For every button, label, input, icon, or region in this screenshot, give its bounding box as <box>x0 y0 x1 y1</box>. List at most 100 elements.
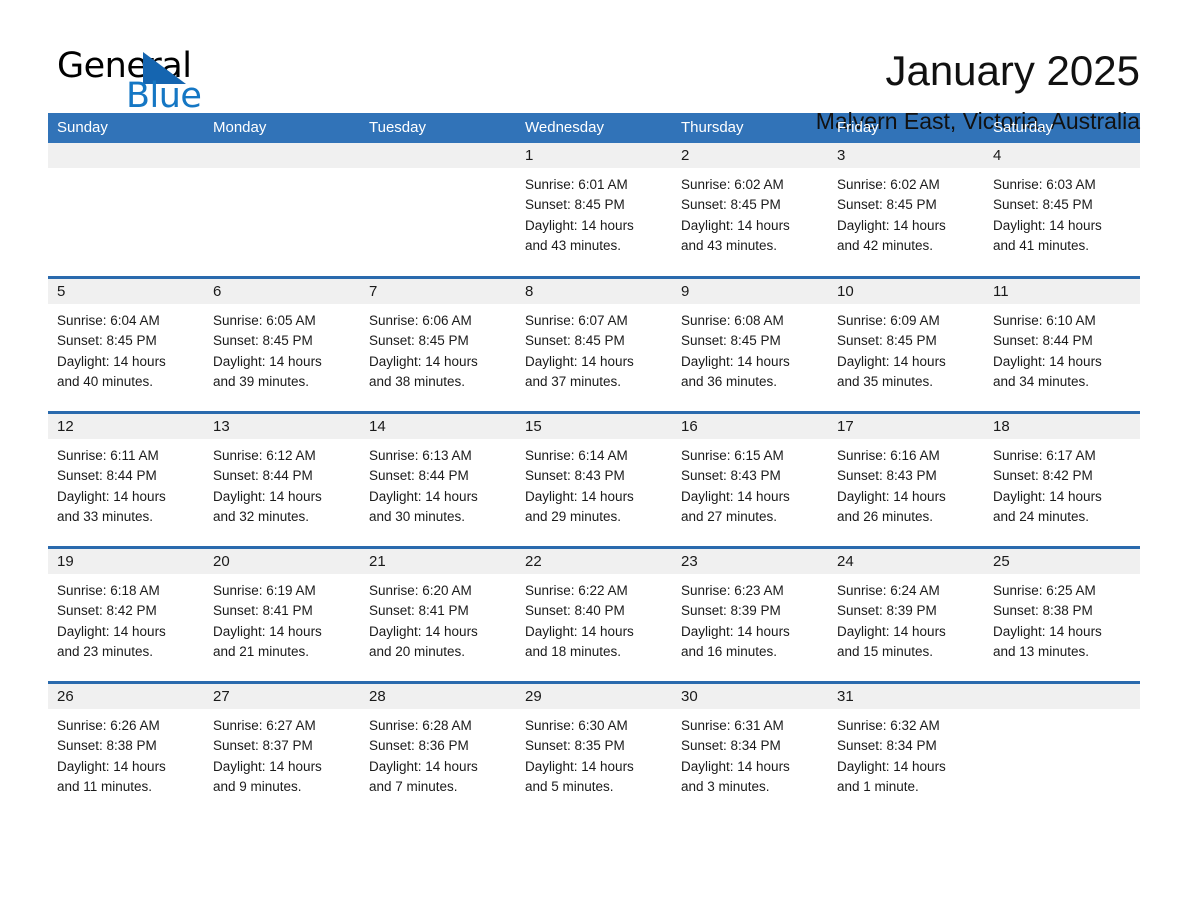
day-details <box>204 168 360 175</box>
weekday-header-row: Sunday Monday Tuesday Wednesday Thursday Frid… <box>48 113 1140 143</box>
day-cell[interactable]: 2 Sunrise: 6:02 AM Sunset: 8:45 PM Daylight… <box>672 143 828 276</box>
day-cell[interactable]: 30 Sunrise: 6:31 AM Sunset: 8:34 PM Dayligh… <box>672 681 828 816</box>
day-details: Sunrise: 6:28 AM Sunset: 8:36 PM Daylight:… <box>360 709 516 797</box>
day-detail-line: Sunset: 8:44 PM <box>213 468 313 484</box>
day-cell[interactable]: 21 Sunrise: 6:20 AM Sunset: 8:41 PM Dayligh… <box>360 546 516 681</box>
day-number: 15 <box>516 414 672 439</box>
day-cell[interactable]: 25 Sunrise: 6:25 AM Sunset: 8:38 PM Dayligh… <box>984 546 1140 681</box>
day-cell-empty <box>984 681 1140 816</box>
day-detail-line: and 43 minutes. <box>525 237 622 253</box>
day-detail-line: Sunset: 8:34 PM <box>837 738 937 754</box>
day-cell[interactable]: 28 Sunrise: 6:28 AM Sunset: 8:36 PM Dayligh… <box>360 681 516 816</box>
day-cell[interactable]: 22 Sunrise: 6:22 AM Sunset: 8:40 PM Dayligh… <box>516 546 672 681</box>
day-detail-line: Sunset: 8:40 PM <box>525 603 625 619</box>
day-detail-line: Sunset: 8:41 PM <box>369 603 469 619</box>
day-number: 25 <box>984 549 1140 574</box>
day-detail-line: Daylight: 14 hours <box>369 758 478 774</box>
day-cell[interactable]: 18 Sunrise: 6:17 AM Sunset: 8:42 PM Dayligh… <box>984 411 1140 546</box>
day-detail-line: Daylight: 14 hours <box>213 758 322 774</box>
day-details: Sunrise: 6:02 AM Sunset: 8:45 PM Daylight:… <box>828 168 984 256</box>
day-detail-line: and 41 minutes. <box>993 237 1090 253</box>
day-details: Sunrise: 6:32 AM Sunset: 8:34 PM Daylight:… <box>828 709 984 797</box>
day-cell[interactable]: 8 Sunrise: 6:07 AM Sunset: 8:45 PM Daylight… <box>516 276 672 411</box>
day-details: Sunrise: 6:05 AM Sunset: 8:45 PM Daylight:… <box>204 304 360 392</box>
day-detail-line: Sunset: 8:43 PM <box>525 468 625 484</box>
day-number: 28 <box>360 684 516 709</box>
day-details <box>360 168 516 175</box>
day-details <box>48 168 204 175</box>
day-number: 12 <box>48 414 204 439</box>
day-cell[interactable]: 7 Sunrise: 6:06 AM Sunset: 8:45 PM Daylight… <box>360 276 516 411</box>
day-cell[interactable]: 14 Sunrise: 6:13 AM Sunset: 8:44 PM Dayligh… <box>360 411 516 546</box>
day-cell[interactable]: 3 Sunrise: 6:02 AM Sunset: 8:45 PM Daylight… <box>828 143 984 276</box>
day-cell-empty <box>360 143 516 276</box>
day-detail-line: Sunset: 8:43 PM <box>837 468 937 484</box>
day-details: Sunrise: 6:16 AM Sunset: 8:43 PM Daylight:… <box>828 439 984 527</box>
calendar-weeks: 1 Sunrise: 6:01 AM Sunset: 8:45 PM Daylight… <box>48 143 1140 816</box>
day-detail-line: Sunset: 8:38 PM <box>57 738 157 754</box>
page-header: General Blue January 2025 Malvern East, … <box>48 0 1140 134</box>
day-details: Sunrise: 6:23 AM Sunset: 8:39 PM Daylight:… <box>672 574 828 662</box>
day-cell[interactable]: 27 Sunrise: 6:27 AM Sunset: 8:37 PM Dayligh… <box>204 681 360 816</box>
day-cell[interactable]: 6 Sunrise: 6:05 AM Sunset: 8:45 PM Daylight… <box>204 276 360 411</box>
day-detail-line: Sunrise: 6:05 AM <box>213 313 316 328</box>
day-detail-line: Daylight: 14 hours <box>213 353 322 369</box>
day-cell[interactable]: 17 Sunrise: 6:16 AM Sunset: 8:43 PM Dayligh… <box>828 411 984 546</box>
day-details: Sunrise: 6:12 AM Sunset: 8:44 PM Daylight:… <box>204 439 360 527</box>
day-detail-line: Sunrise: 6:24 AM <box>837 583 940 598</box>
day-number: 29 <box>516 684 672 709</box>
day-cell[interactable]: 9 Sunrise: 6:08 AM Sunset: 8:45 PM Daylight… <box>672 276 828 411</box>
calendar-page: General Blue January 2025 Malvern East, … <box>0 0 1188 918</box>
day-detail-line: Sunset: 8:39 PM <box>681 603 781 619</box>
day-cell[interactable]: 31 Sunrise: 6:32 AM Sunset: 8:34 PM Dayligh… <box>828 681 984 816</box>
day-details: Sunrise: 6:10 AM Sunset: 8:44 PM Daylight:… <box>984 304 1140 392</box>
day-detail-line: Sunrise: 6:18 AM <box>57 583 160 598</box>
day-detail-line: Sunrise: 6:06 AM <box>369 313 472 328</box>
day-detail-line: and 18 minutes. <box>525 643 622 659</box>
day-detail-line: Daylight: 14 hours <box>993 623 1102 639</box>
day-cell[interactable]: 29 Sunrise: 6:30 AM Sunset: 8:35 PM Dayligh… <box>516 681 672 816</box>
day-details: Sunrise: 6:03 AM Sunset: 8:45 PM Daylight:… <box>984 168 1140 256</box>
day-cell[interactable]: 16 Sunrise: 6:15 AM Sunset: 8:43 PM Dayligh… <box>672 411 828 546</box>
day-details: Sunrise: 6:01 AM Sunset: 8:45 PM Daylight:… <box>516 168 672 256</box>
day-detail-line: Daylight: 14 hours <box>681 623 790 639</box>
day-detail-line: Sunrise: 6:11 AM <box>57 448 159 463</box>
day-cell[interactable]: 15 Sunrise: 6:14 AM Sunset: 8:43 PM Dayligh… <box>516 411 672 546</box>
day-cell-empty <box>204 143 360 276</box>
day-detail-line: Sunrise: 6:19 AM <box>213 583 316 598</box>
weekday-header-wednesday: Wednesday <box>525 119 604 136</box>
day-detail-line: Daylight: 14 hours <box>681 488 790 504</box>
day-detail-line: Daylight: 14 hours <box>57 488 166 504</box>
day-cell[interactable]: 26 Sunrise: 6:26 AM Sunset: 8:38 PM Dayligh… <box>48 681 204 816</box>
day-cell[interactable]: 11 Sunrise: 6:10 AM Sunset: 8:44 PM Dayligh… <box>984 276 1140 411</box>
day-detail-line: Daylight: 14 hours <box>837 353 946 369</box>
calendar-grid: Sunday Monday Tuesday Wednesday Thursday Frid… <box>48 113 1140 816</box>
day-number: 26 <box>48 684 204 709</box>
day-cell[interactable]: 19 Sunrise: 6:18 AM Sunset: 8:42 PM Dayligh… <box>48 546 204 681</box>
day-number: 23 <box>672 549 828 574</box>
day-detail-line: Sunrise: 6:01 AM <box>525 177 628 192</box>
day-cell[interactable]: 12 Sunrise: 6:11 AM Sunset: 8:44 PM Dayligh… <box>48 411 204 546</box>
day-cell[interactable]: 10 Sunrise: 6:09 AM Sunset: 8:45 PM Dayligh… <box>828 276 984 411</box>
day-cell[interactable]: 23 Sunrise: 6:23 AM Sunset: 8:39 PM Dayligh… <box>672 546 828 681</box>
day-cell[interactable]: 20 Sunrise: 6:19 AM Sunset: 8:41 PM Dayligh… <box>204 546 360 681</box>
day-details: Sunrise: 6:30 AM Sunset: 8:35 PM Daylight:… <box>516 709 672 797</box>
day-detail-line: Sunrise: 6:08 AM <box>681 313 784 328</box>
day-detail-line: Sunset: 8:42 PM <box>993 468 1093 484</box>
day-detail-line: Daylight: 14 hours <box>993 217 1102 233</box>
day-details: Sunrise: 6:27 AM Sunset: 8:37 PM Daylight:… <box>204 709 360 797</box>
day-cell[interactable]: 24 Sunrise: 6:24 AM Sunset: 8:39 PM Dayligh… <box>828 546 984 681</box>
day-cell[interactable]: 13 Sunrise: 6:12 AM Sunset: 8:44 PM Dayligh… <box>204 411 360 546</box>
day-detail-line: Daylight: 14 hours <box>525 353 634 369</box>
day-detail-line: and 1 minute. <box>837 778 919 794</box>
day-detail-line: Sunset: 8:42 PM <box>57 603 157 619</box>
day-cell[interactable]: 4 Sunrise: 6:03 AM Sunset: 8:45 PM Daylight… <box>984 143 1140 276</box>
day-detail-line: Sunset: 8:38 PM <box>993 603 1093 619</box>
day-detail-line: Sunset: 8:45 PM <box>993 197 1093 213</box>
day-detail-line: Sunrise: 6:02 AM <box>837 177 940 192</box>
day-detail-line: Sunrise: 6:26 AM <box>57 718 160 733</box>
generalblue-logo[interactable]: General Blue <box>48 46 202 116</box>
day-cell[interactable]: 1 Sunrise: 6:01 AM Sunset: 8:45 PM Daylight… <box>516 143 672 276</box>
day-detail-line: Daylight: 14 hours <box>681 353 790 369</box>
day-cell[interactable]: 5 Sunrise: 6:04 AM Sunset: 8:45 PM Daylight… <box>48 276 204 411</box>
